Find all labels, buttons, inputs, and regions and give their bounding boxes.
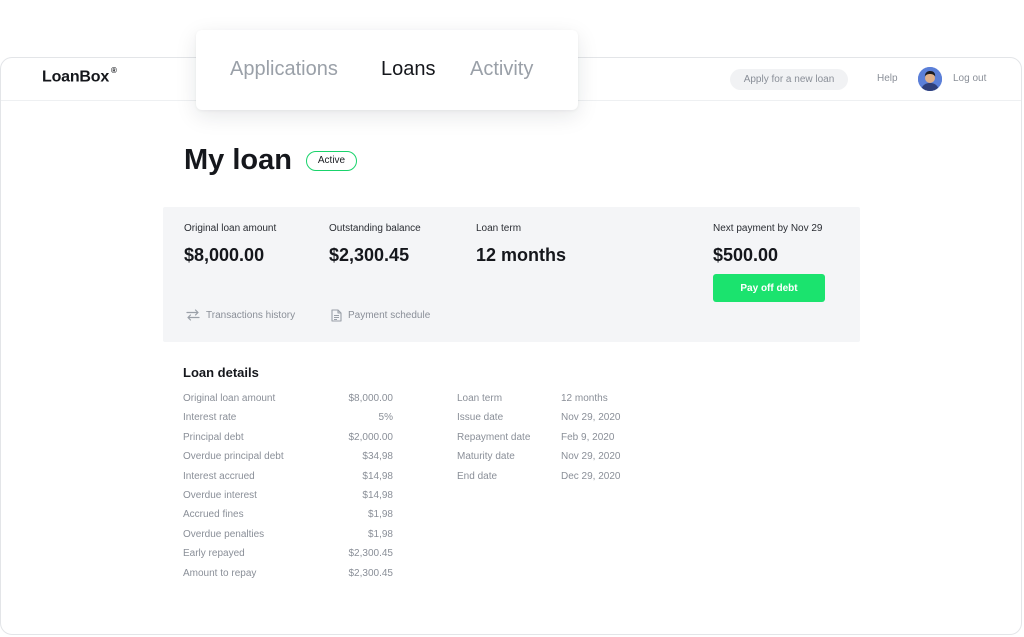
- registered-mark: ®: [111, 66, 117, 75]
- avatar-image: [918, 67, 942, 91]
- detail-row: Interest rate 5%: [183, 412, 393, 431]
- detail-value: $2,000.00: [348, 431, 394, 443]
- help-link[interactable]: Help: [877, 73, 898, 84]
- detail-row: Issue date Nov 29, 2020: [457, 412, 657, 431]
- loan-details-title: Loan details: [183, 365, 259, 380]
- next-payment-stat: Next payment by Nov 29 $500.00: [713, 223, 823, 266]
- detail-row: End date Dec 29, 2020: [457, 471, 657, 490]
- main-tabs: Applications Loans Activity: [196, 30, 578, 110]
- detail-value: $8,000.00: [348, 393, 394, 404]
- detail-row: Overdue penalties $1,98: [183, 529, 393, 548]
- detail-row: Loan term 12 months: [457, 393, 657, 412]
- tab-applications[interactable]: Applications: [230, 58, 338, 81]
- detail-row: Accrued fines $1,98: [183, 509, 393, 528]
- detail-row: Interest accrued $14,98: [183, 471, 393, 490]
- detail-value: $2,300.45: [348, 548, 394, 560]
- tab-activity[interactable]: Activity: [470, 58, 533, 81]
- stat-label: Loan term: [476, 223, 522, 234]
- log-out-link[interactable]: Log out: [953, 73, 986, 84]
- detail-label: Interest rate: [183, 412, 237, 424]
- page-title: My loan: [184, 144, 292, 176]
- stat-value: $8,000.00: [184, 245, 265, 265]
- detail-label: End date: [457, 470, 498, 482]
- detail-row: Maturity date Nov 29, 2020: [457, 451, 657, 470]
- detail-row: Overdue interest $14,98: [183, 490, 393, 509]
- detail-label: Early repayed: [183, 548, 245, 560]
- transactions-history-link[interactable]: Transactions history: [186, 309, 295, 321]
- detail-row: Early repayed $2,300.45: [183, 548, 393, 567]
- payment-schedule-link[interactable]: Payment schedule: [331, 309, 430, 322]
- detail-label: Overdue penalties: [183, 528, 265, 540]
- detail-value: Nov 29, 2020: [561, 412, 621, 424]
- detail-value: $14,98: [362, 470, 393, 482]
- detail-value: 12 months: [561, 393, 608, 404]
- detail-label: Maturity date: [457, 451, 515, 463]
- document-icon: [331, 309, 342, 322]
- stat-value: $500.00: [713, 245, 779, 265]
- stat-value: $2,300.45: [329, 245, 410, 265]
- stat-label: Next payment by Nov 29: [713, 223, 823, 234]
- loan-details-left-column: Original loan amount $8,000.00 Interest ra…: [183, 393, 393, 587]
- loan-term-stat: Loan term 12 months: [476, 223, 566, 266]
- loan-details-right-column: Loan term 12 months Issue date Nov 29, 2020…: [457, 393, 657, 490]
- detail-value: $1,98: [367, 528, 393, 540]
- detail-label: Issue date: [457, 412, 504, 424]
- loanbox-logo[interactable]: LoanBox ®: [42, 66, 117, 86]
- user-avatar[interactable]: [918, 67, 942, 91]
- detail-label: Overdue principal debt: [183, 451, 284, 463]
- tab-loans[interactable]: Loans: [381, 58, 436, 81]
- detail-value: $14,98: [362, 489, 393, 501]
- detail-row: Amount to repay $2,300.45: [183, 568, 393, 587]
- apply-new-loan-button[interactable]: Apply for a new loan: [730, 69, 848, 90]
- detail-row: Original loan amount $8,000.00: [183, 393, 393, 412]
- detail-label: Accrued fines: [183, 509, 244, 521]
- detail-value: $2,300.45: [348, 567, 394, 579]
- app-window: LoanBox ® Apply for a new loan Help Log o…: [0, 57, 1022, 635]
- detail-label: Principal debt: [183, 431, 244, 443]
- transfer-arrows-icon: [186, 309, 200, 321]
- detail-value: $1,98: [367, 509, 393, 521]
- pay-off-debt-button[interactable]: Pay off debt: [713, 274, 825, 302]
- detail-row: Principal debt $2,000.00: [183, 432, 393, 451]
- detail-label: Overdue interest: [183, 489, 257, 501]
- detail-label: Amount to repay: [183, 567, 257, 579]
- transactions-history-label: Transactions history: [206, 309, 296, 321]
- detail-row: Overdue principal debt $34,98: [183, 451, 393, 470]
- detail-label: Repayment date: [457, 431, 531, 443]
- stat-label: Outstanding balance: [329, 223, 421, 234]
- detail-value: Dec 29, 2020: [561, 470, 621, 482]
- detail-value: $34,98: [362, 451, 393, 463]
- status-badge: Active: [306, 151, 357, 171]
- stat-label: Original loan amount: [184, 223, 277, 234]
- original-amount-stat: Original loan amount $8,000.00: [184, 223, 276, 266]
- detail-label: Interest accrued: [183, 470, 255, 482]
- stat-value: 12 months: [476, 245, 567, 265]
- detail-label: Original loan amount: [183, 393, 276, 404]
- detail-label: Loan term: [457, 393, 503, 404]
- detail-value: Feb 9, 2020: [561, 431, 615, 443]
- loan-summary-panel: Original loan amount $8,000.00 Outstandi…: [163, 207, 860, 342]
- detail-row: Repayment date Feb 9, 2020: [457, 432, 657, 451]
- outstanding-balance-stat: Outstanding balance $2,300.45: [329, 223, 421, 266]
- detail-value: Nov 29, 2020: [561, 451, 621, 463]
- logo-text: LoanBox: [42, 68, 110, 86]
- detail-value: 5%: [378, 412, 393, 424]
- payment-schedule-label: Payment schedule: [348, 310, 431, 321]
